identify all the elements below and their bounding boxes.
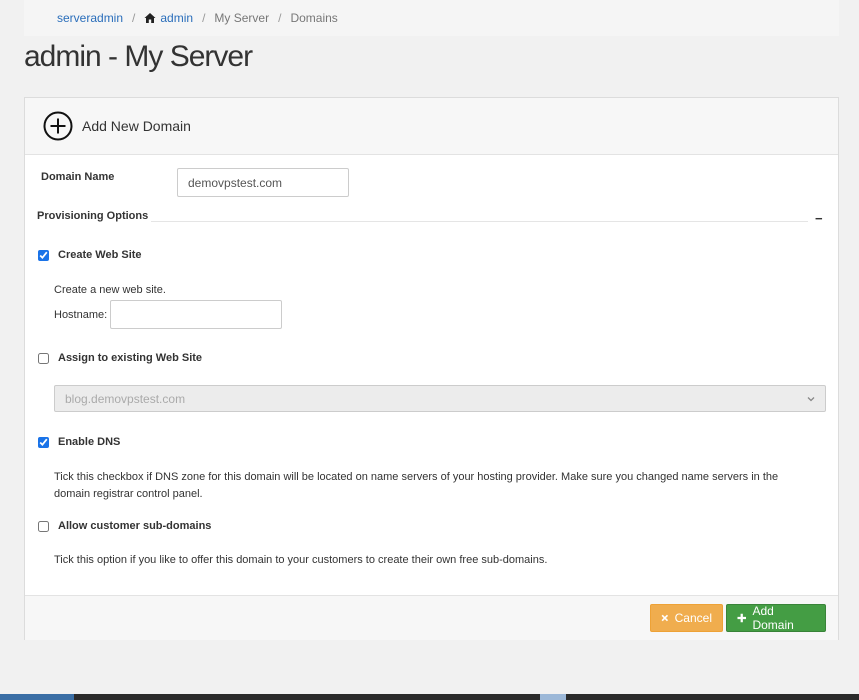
create-web-site-checkbox[interactable] [38, 249, 49, 261]
sub-domains-label[interactable]: Allow customer sub-domains [58, 520, 211, 532]
add-domain-button-label: Add Domain [752, 604, 794, 632]
enable-dns-checkbox[interactable] [38, 436, 49, 448]
breadcrumb-separator: / [132, 11, 136, 25]
assign-web-site-label[interactable]: Assign to existing Web Site [58, 352, 202, 364]
provisioning-options-title: Provisioning Options [37, 210, 149, 222]
domain-name-label: Domain Name [41, 170, 115, 183]
taskbar [0, 694, 859, 700]
existing-web-site-select[interactable]: blog.demovpstest.com [54, 385, 826, 412]
create-web-site-description: Create a new web site. [54, 284, 166, 296]
select-value: blog.demovpstest.com [65, 391, 186, 406]
add-domain-panel: Add New Domain Domain Name Provisioning … [24, 97, 839, 640]
chevron-down-icon [807, 396, 815, 401]
breadcrumb-link-admin[interactable]: admin [160, 11, 193, 25]
breadcrumb-link-serveradmin[interactable]: serveradmin [57, 11, 123, 25]
assign-web-site-row: Assign to existing Web Site [37, 352, 202, 364]
taskbar-item[interactable] [0, 694, 74, 700]
enable-dns-description: Tick this checkbox if DNS zone for this … [54, 471, 779, 500]
domain-name-row: Domain Name [41, 168, 349, 197]
sub-domains-checkbox[interactable] [38, 520, 49, 532]
domain-name-input[interactable] [177, 168, 349, 197]
breadcrumb-separator: / [278, 11, 282, 25]
create-web-site-label[interactable]: Create Web Site [58, 249, 142, 261]
enable-dns-label[interactable]: Enable DNS [58, 436, 120, 448]
hostname-row: Hostname: [54, 300, 283, 329]
hostname-label: Hostname: [54, 308, 108, 321]
sub-domains-description: Tick this option if you like to offer th… [54, 554, 548, 566]
page-title: admin - My Server [24, 40, 253, 73]
cancel-button[interactable]: Cancel [650, 604, 723, 632]
breadcrumb-item-my-server: My Server [214, 11, 270, 25]
section-divider [151, 221, 808, 222]
add-circle-icon [43, 111, 73, 141]
create-web-site-row: Create Web Site [37, 249, 142, 261]
enable-dns-row: Enable DNS [37, 436, 120, 448]
home-icon[interactable] [144, 12, 156, 24]
breadcrumb: serveradmin / admin / My Server / Domain… [24, 0, 839, 36]
sub-domains-row: Allow customer sub-domains [37, 520, 211, 532]
close-icon [661, 614, 669, 622]
panel-title: Add New Domain [82, 118, 191, 134]
cancel-button-label: Cancel [674, 611, 712, 625]
breadcrumb-item-domains: Domains [290, 11, 338, 25]
breadcrumb-separator: / [202, 11, 206, 25]
hostname-input[interactable] [110, 300, 283, 329]
add-domain-button[interactable]: Add Domain [726, 604, 826, 632]
panel-footer: Cancel Add Domain [25, 595, 838, 640]
panel-header: Add New Domain [25, 98, 838, 155]
assign-web-site-checkbox[interactable] [38, 352, 49, 364]
taskbar-item[interactable] [540, 694, 566, 700]
collapse-section-button[interactable]: − [815, 211, 823, 226]
plus-icon [737, 613, 746, 623]
